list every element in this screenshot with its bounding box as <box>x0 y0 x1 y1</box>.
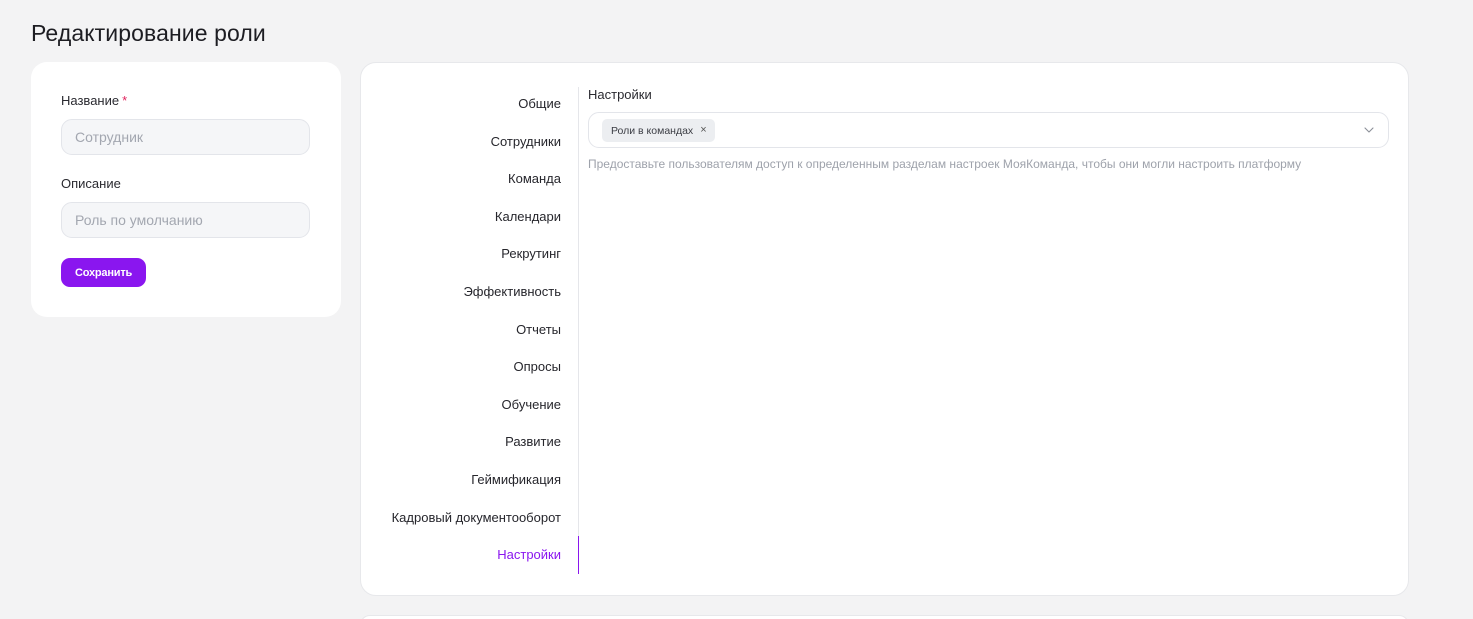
name-label-text: Название <box>61 93 120 108</box>
section-title: Настройки <box>588 87 652 102</box>
tab-surveys[interactable]: Опросы <box>361 348 579 386</box>
tab-gamification[interactable]: Геймификация <box>361 461 579 499</box>
chevron-down-icon[interactable] <box>1364 125 1374 135</box>
tab-general[interactable]: Общие <box>361 85 579 123</box>
tab-learning[interactable]: Обучение <box>361 386 579 424</box>
save-button[interactable]: Сохранить <box>61 258 147 287</box>
tab-performance[interactable]: Эффективность <box>361 273 579 311</box>
tab-development[interactable]: Развитие <box>361 423 579 461</box>
description-input[interactable] <box>61 202 310 238</box>
chip-label: Роли в командах <box>611 124 694 137</box>
name-label: Название * <box>61 93 127 108</box>
tabs-divider <box>578 87 579 574</box>
close-icon[interactable]: × <box>700 125 706 136</box>
tab-employees[interactable]: Сотрудники <box>361 123 579 161</box>
selected-chip: Роли в командах × <box>602 119 715 142</box>
page-title: Редактирование роли <box>31 20 266 46</box>
active-tab-indicator <box>578 536 579 574</box>
role-form-card: Название* Описание Сохранить <box>31 62 341 317</box>
description-label: Описание <box>61 176 121 191</box>
tab-team[interactable]: Команда <box>361 160 579 198</box>
settings-multiselect[interactable]: Роли в командах × <box>588 112 1389 148</box>
tab-recruiting[interactable]: Рекрутинг <box>361 235 579 273</box>
tab-settings[interactable]: Настройки <box>361 536 579 574</box>
required-mark: * <box>122 93 128 108</box>
tab-hr-documents[interactable]: Кадровый документооборот <box>361 499 579 537</box>
tab-reports[interactable]: Отчеты <box>361 311 579 349</box>
next-card <box>360 615 1409 619</box>
permissions-card: Общие Сотрудники Команда Календари Рекру… <box>360 62 1409 596</box>
name-input[interactable] <box>61 119 310 155</box>
permissions-tabs: Общие Сотрудники Команда Календари Рекру… <box>361 85 579 574</box>
helper-text: Предоставьте пользователям доступ к опре… <box>588 157 1302 171</box>
tab-calendars[interactable]: Календари <box>361 198 579 236</box>
